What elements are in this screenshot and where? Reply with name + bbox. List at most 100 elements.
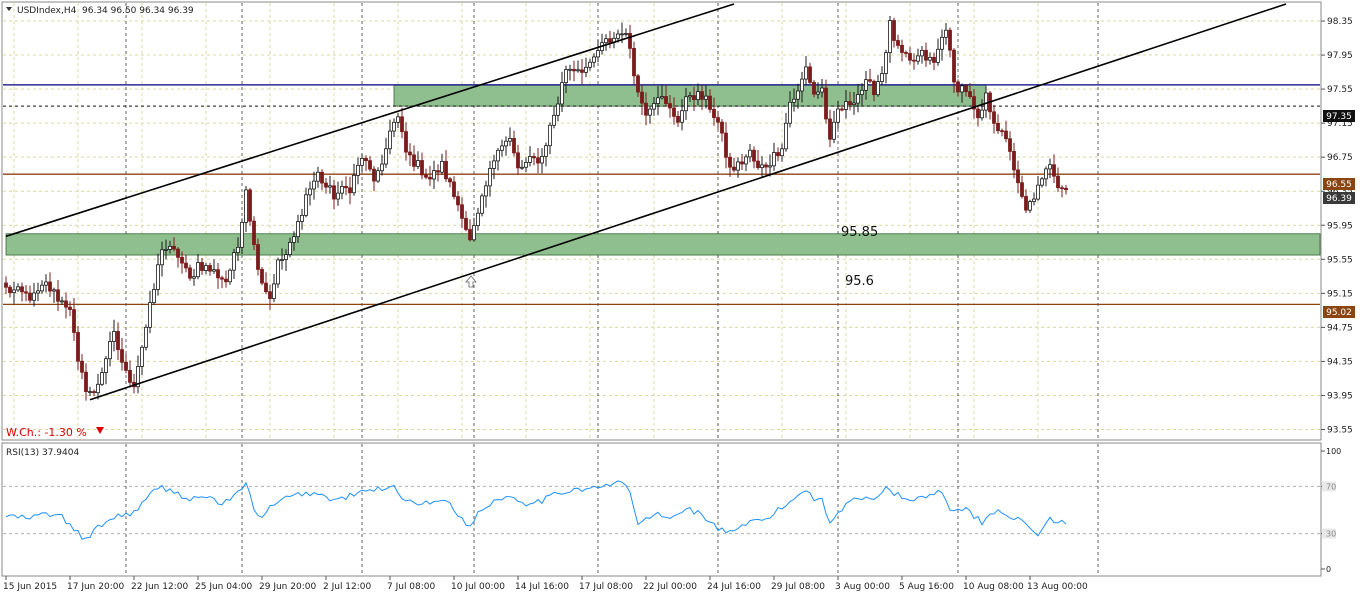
candle-body (800, 78, 804, 92)
price-tick-label: 95.15 (1327, 289, 1353, 299)
candle-body (292, 236, 296, 243)
candle-body (1052, 164, 1056, 177)
candle-body (588, 61, 592, 68)
candle-body (252, 220, 256, 245)
current-price-badge-text: 96.39 (1326, 194, 1352, 204)
candle-body (844, 101, 848, 110)
candle-body (676, 115, 680, 123)
candle-body (460, 204, 464, 219)
candle-body (736, 161, 740, 171)
candle-body (344, 185, 348, 189)
candle-body (592, 56, 596, 63)
candle-body (992, 111, 996, 124)
candle-body (1020, 182, 1024, 197)
candle-body (832, 121, 836, 140)
candle-body (640, 91, 644, 104)
candle-body (484, 185, 488, 197)
candle-body (864, 79, 868, 91)
candle-body (580, 69, 584, 73)
time-tick-label: 10 Jul 00:00 (451, 582, 505, 592)
candle-body (116, 331, 120, 351)
candle-body (808, 66, 812, 83)
candle-body (752, 149, 756, 162)
candle-body (264, 282, 268, 293)
price-tick-label: 94.75 (1327, 323, 1353, 333)
time-tick-label: 3 Aug 00:00 (835, 582, 890, 592)
lower-support-badge-text: 95.02 (1326, 308, 1352, 318)
candle-body (616, 33, 620, 39)
candle-body (64, 300, 68, 308)
candle-body (1032, 198, 1036, 202)
chart-header: USDIndex,H4 96.34 96.50 96.34 96.39 (6, 6, 194, 16)
candle-body (644, 102, 648, 116)
candle-body (520, 166, 524, 169)
candle-body (820, 87, 824, 93)
candle-body (528, 156, 532, 163)
candle-body (376, 170, 380, 182)
candle-body (848, 101, 852, 106)
candle-body (932, 56, 936, 63)
candle-body (948, 29, 952, 51)
candle-body (560, 82, 564, 105)
candle-body (148, 302, 152, 328)
candle-body (1060, 187, 1064, 190)
candle-body (804, 66, 808, 80)
candle-body (1016, 169, 1020, 184)
candle-body (232, 252, 236, 271)
candle-body (888, 20, 892, 53)
candle-body (472, 225, 476, 241)
candle-body (20, 286, 24, 293)
candle-body (692, 95, 696, 100)
candle-body (924, 49, 928, 61)
candle-body (876, 81, 880, 96)
candle-body (48, 281, 52, 292)
candle-body (828, 118, 832, 140)
candle-body (476, 212, 480, 227)
candle-body (212, 269, 216, 272)
candle-body (1024, 196, 1028, 211)
candle-body (524, 162, 528, 168)
candle-body (896, 40, 900, 46)
candle-body (936, 48, 940, 63)
candle-body (700, 91, 704, 100)
candle-body (452, 181, 456, 197)
trading-chart[interactable]: 98.3597.9597.5597.1596.7596.3595.9595.55… (0, 0, 1362, 594)
candle-body (772, 152, 776, 167)
candle-body (732, 166, 736, 171)
zone-bottom-label: 95.6 (845, 274, 874, 289)
candle-body (96, 383, 100, 394)
candle-body (272, 283, 276, 299)
candle-body (784, 122, 788, 150)
candle-body (168, 245, 172, 250)
candle-body (284, 254, 288, 260)
candle-body (228, 269, 232, 283)
candle-body (500, 145, 504, 151)
candle-body (108, 341, 112, 360)
candle-body (300, 214, 304, 222)
candle-body (28, 292, 32, 301)
time-tick-label: 24 Jul 16:00 (707, 582, 761, 592)
candle-body (668, 103, 672, 109)
time-tick-label: 5 Aug 16:00 (899, 582, 954, 592)
candle-body (788, 101, 792, 124)
candle-body (296, 221, 300, 238)
candle-body (404, 131, 408, 153)
candle-body (88, 391, 92, 393)
candle-body (1012, 151, 1016, 171)
candle-body (608, 38, 612, 43)
candle-body (680, 110, 684, 123)
candle-body (860, 89, 864, 95)
price-tick-label: 96.75 (1327, 153, 1353, 163)
candle-body (248, 189, 252, 222)
candle-body (44, 281, 48, 286)
candle-body (856, 94, 860, 104)
candle-body (312, 180, 316, 190)
candle-body (16, 286, 20, 291)
candle-body (568, 68, 572, 71)
candle-body (204, 265, 208, 271)
time-tick-label: 17 Jun 20:00 (67, 582, 124, 592)
candle-body (816, 91, 820, 95)
candle-body (944, 29, 948, 38)
candle-body (184, 262, 188, 269)
candle-body (792, 98, 796, 103)
